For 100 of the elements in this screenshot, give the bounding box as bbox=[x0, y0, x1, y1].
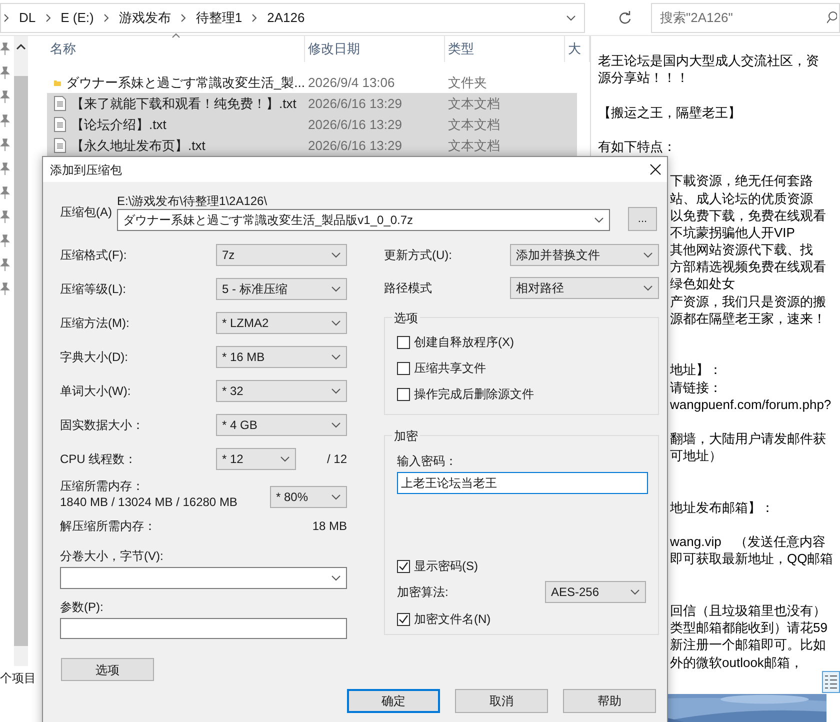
text-line: 绿色如处女 bbox=[670, 276, 735, 292]
file-row[interactable]: ダウナー系妹と過ごす常識改変生活_製... 2026/9/4 13:06 文件夹 bbox=[47, 72, 577, 93]
pin-icon[interactable] bbox=[0, 234, 10, 248]
text-line: 源都在隔壁老王家，速来！ bbox=[670, 310, 826, 326]
search-field[interactable]: 搜索"2A126" bbox=[651, 2, 840, 32]
dialog-button[interactable]: 取消 bbox=[455, 689, 548, 713]
file-date: 2026/6/16 13:29 bbox=[307, 136, 403, 155]
checkbox-label: 操作完成后删除源文件 bbox=[414, 386, 534, 403]
setting-dropdown[interactable]: 5 - 标准压缩 bbox=[216, 278, 347, 300]
text-file-icon bbox=[54, 138, 66, 153]
checkbox[interactable] bbox=[397, 388, 410, 400]
setting-dropdown[interactable]: * 32 bbox=[216, 380, 347, 402]
breadcrumb-item[interactable]: DL bbox=[19, 8, 36, 28]
column-header[interactable]: 类型 bbox=[445, 36, 565, 62]
text-line: 回信（且垃圾箱里也没有） bbox=[670, 603, 826, 618]
breadcrumb-item[interactable]: 待整理1 bbox=[196, 8, 242, 28]
parameters-field[interactable] bbox=[60, 618, 347, 639]
field-label: 参数(P): bbox=[60, 599, 104, 615]
file-row[interactable]: 【来了就能下载和观看！纯免费！】.txt 2026/6/16 13:29 文本文档 bbox=[47, 93, 577, 114]
dialog-button[interactable]: 帮助 bbox=[563, 689, 656, 713]
volume-size-field[interactable] bbox=[60, 567, 347, 589]
breadcrumb-item[interactable]: 2A126 bbox=[267, 8, 305, 28]
breadcrumb-item[interactable]: 游戏发布 bbox=[118, 8, 171, 28]
field-label: 压缩包(A) bbox=[60, 204, 113, 221]
file-row[interactable]: 【论坛介绍】.txt 2026/6/16 13:29 文本文档 bbox=[47, 114, 577, 135]
column-header[interactable]: 大 bbox=[565, 36, 590, 62]
field-label: 更新方式(U): bbox=[384, 247, 453, 264]
refresh-icon[interactable] bbox=[618, 10, 632, 24]
folder-path: E:\游戏发布\待整理1\2A126\ bbox=[117, 193, 268, 209]
close-icon[interactable] bbox=[650, 164, 661, 175]
field-label: 固实数据大小： bbox=[60, 417, 145, 434]
chevron-right-icon bbox=[4, 14, 9, 22]
checkbox-label: 压缩共享文件 bbox=[414, 360, 486, 377]
file-row[interactable]: 【永久地址发布页】.txt 2026/6/16 13:29 文本文档 bbox=[47, 135, 577, 156]
text-line: 新注册一个邮箱即可。比如 bbox=[670, 637, 826, 652]
pin-icon[interactable] bbox=[0, 138, 10, 152]
chevron-down-icon bbox=[331, 354, 341, 360]
chevron-right-icon bbox=[46, 14, 51, 22]
group-title: 选项 bbox=[392, 309, 420, 327]
file-type: 文本文档 bbox=[447, 136, 501, 155]
pin-icon[interactable] bbox=[0, 186, 10, 200]
text-line: 可地址） bbox=[670, 448, 722, 464]
pin-icon[interactable] bbox=[0, 258, 10, 272]
text-line: 产资源，我们只是资源的搬 bbox=[670, 294, 826, 309]
field-label: 路径模式 bbox=[384, 280, 433, 297]
scrollbar[interactable] bbox=[14, 36, 28, 666]
checkbox-label: 加密文件名(N) bbox=[414, 611, 491, 628]
text-line: 地址】： bbox=[670, 362, 722, 378]
path-mode-dropdown[interactable]: 相对路径 bbox=[510, 277, 659, 299]
pin-icon[interactable] bbox=[0, 90, 10, 104]
field-label: 解压缩所需内存： bbox=[60, 518, 156, 535]
pin-icon[interactable] bbox=[0, 66, 10, 80]
pin-icon[interactable] bbox=[0, 210, 10, 224]
pin-icon[interactable] bbox=[0, 162, 10, 176]
checkbox[interactable] bbox=[397, 336, 410, 348]
text-line: 下載资源，绝无任何套路 bbox=[670, 173, 813, 188]
text-line: 以免费下载，免费在线观看 bbox=[670, 208, 826, 223]
chevron-right-icon bbox=[180, 14, 186, 22]
memory-dropdown[interactable]: * 80% bbox=[270, 486, 347, 508]
field-label: 输入密码： bbox=[397, 453, 458, 469]
options-button[interactable]: 选项 bbox=[61, 658, 154, 681]
checkbox[interactable] bbox=[397, 362, 410, 374]
file-name: ダウナー系妹と過ごす常識改変生活_製... bbox=[66, 74, 305, 92]
password-field[interactable]: 上老王论坛当老王 bbox=[397, 472, 648, 494]
checkbox[interactable] bbox=[397, 612, 410, 626]
text-line: 翻墙，大陆用户请发邮件获 bbox=[670, 431, 826, 446]
pin-icon[interactable] bbox=[0, 114, 10, 128]
browse-button[interactable]: ... bbox=[628, 207, 657, 231]
search-icon bbox=[827, 11, 837, 24]
chevron-down-icon bbox=[331, 494, 341, 500]
update-mode-dropdown[interactable]: 添加并替换文件 bbox=[510, 244, 659, 266]
breadcrumb-item[interactable]: E (E:) bbox=[60, 8, 94, 28]
text-line: 不坑蒙拐骗他人开VIP bbox=[670, 224, 795, 240]
setting-dropdown[interactable]: * LZMA2 bbox=[216, 312, 347, 334]
text-line: 源分享站！！！ bbox=[598, 70, 689, 86]
dialog-button[interactable]: 确定 bbox=[347, 689, 440, 713]
text-line: wang.vip （发送任意内容 bbox=[670, 534, 826, 550]
chevron-down-icon bbox=[630, 588, 640, 594]
checkbox[interactable] bbox=[397, 560, 410, 572]
archive-name-field[interactable]: ダウナー系妹と過ごす常識改変生活_製品版v1_0_0.7z bbox=[117, 209, 610, 231]
address-bar[interactable]: DL E (E:) 游戏发布 待整理1 2A126 bbox=[0, 2, 585, 32]
checkbox-label: 创建自释放程序(X) bbox=[414, 334, 514, 351]
file-date: 2026/9/4 13:06 bbox=[307, 74, 396, 92]
column-header[interactable]: 名称 bbox=[47, 36, 305, 62]
setting-dropdown[interactable]: 7z bbox=[216, 244, 347, 266]
chevron-down-icon bbox=[331, 320, 341, 326]
encryption-method-dropdown[interactable]: AES-256 bbox=[545, 580, 646, 602]
column-header[interactable]: 修改日期 bbox=[305, 36, 445, 62]
text-line: 类型邮箱都能收到）请花59 bbox=[670, 620, 828, 636]
text-file-icon bbox=[54, 117, 66, 132]
pin-icon[interactable] bbox=[0, 282, 10, 296]
file-name: 【来了就能下载和观看！纯免费！】.txt bbox=[71, 94, 296, 113]
details-view-icon[interactable] bbox=[822, 670, 840, 693]
file-type: 文本文档 bbox=[447, 116, 501, 134]
file-name: 【永久地址发布页】.txt bbox=[71, 136, 206, 155]
threads-dropdown[interactable]: * 12 bbox=[216, 448, 296, 470]
setting-dropdown[interactable]: * 4 GB bbox=[216, 414, 347, 436]
decompress-memory-value: 18 MB bbox=[312, 518, 347, 535]
setting-dropdown[interactable]: * 16 MB bbox=[216, 346, 347, 368]
thread-max: / 12 bbox=[326, 451, 347, 468]
